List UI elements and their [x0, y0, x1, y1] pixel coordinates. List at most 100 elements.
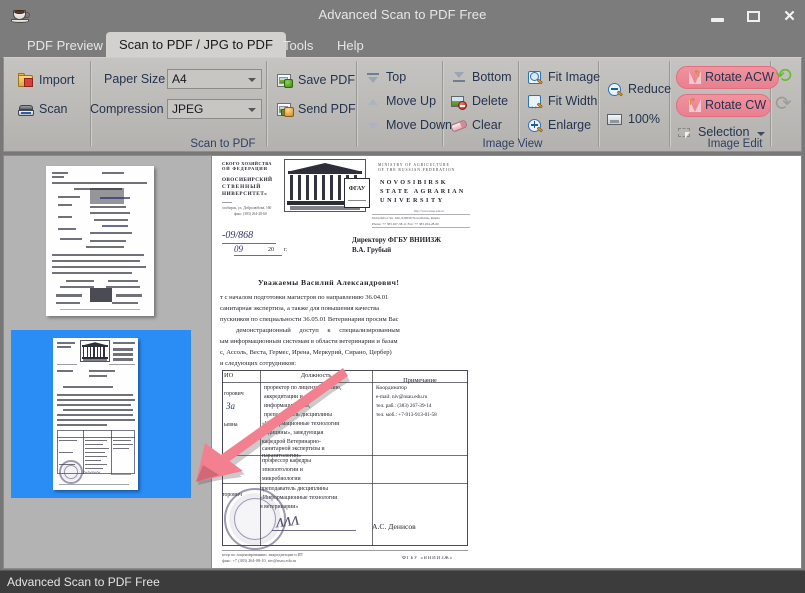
group-label-image-view: Image View	[482, 138, 543, 150]
close-icon: ✕	[783, 8, 796, 25]
selection-dropdown-chevron-icon[interactable]	[757, 132, 765, 136]
send-pdf-button[interactable]: Send PDF	[276, 98, 356, 120]
undo-arrow-icon[interactable]: ⟲	[775, 66, 792, 86]
fit-width-button[interactable]: ↔ Fit Width	[526, 90, 606, 112]
scan-button[interactable]: Scan	[17, 98, 89, 120]
tab-tools[interactable]: Tools	[270, 33, 326, 58]
body-line-1: т с началом подготовки магистров по напр…	[220, 294, 389, 301]
move-up-button[interactable]: Move Up	[364, 90, 438, 112]
body-line-5: ым информационным системам в области вет…	[220, 338, 398, 345]
move-down-label: Move Down	[386, 118, 452, 132]
redo-arrow-icon: ⟳	[775, 93, 792, 115]
rotate-acw-button[interactable]: ↰ Rotate ACW	[676, 66, 779, 89]
body-line-7: и следующих сотрудников:	[220, 360, 297, 367]
table-row-1-note-3: тел. раб.: (383) 267-39-14	[376, 403, 432, 409]
page-thumbnail-1[interactable]	[11, 162, 191, 322]
minimize-button[interactable]	[702, 5, 732, 27]
zoom-level-label: 100%	[628, 112, 660, 126]
table-row-2-position-2: эпизоотологии и	[262, 467, 303, 473]
selection-label: Selection	[698, 125, 750, 139]
table-row-1-position-6: медицины», заведующая	[262, 430, 324, 436]
rotate-cw-label: Rotate CW	[705, 98, 767, 112]
reference-year-suffix: г.	[284, 247, 288, 253]
import-button-label: Import	[39, 73, 75, 87]
maximize-button[interactable]	[738, 5, 768, 27]
minimize-icon	[711, 18, 724, 22]
letterhead-website: http://www.nsau.edu.ru	[414, 209, 444, 213]
delete-image-button[interactable]: Delete	[450, 90, 518, 112]
actual-size-icon	[607, 111, 624, 128]
reference-number: -09/868	[222, 230, 254, 241]
reference-date: 09	[234, 244, 243, 254]
clear-button[interactable]: Clear	[450, 114, 518, 136]
zoom-in-icon	[527, 117, 544, 134]
tab-scan-to-pdf[interactable]: Scan to PDF / JPG to PDF	[106, 32, 286, 58]
compression-select[interactable]: JPEG	[167, 99, 262, 119]
compression-label: Compression	[90, 102, 164, 116]
selection-button[interactable]: Selection	[676, 121, 762, 143]
letterhead-title-en-3: UNIVERSITY	[380, 197, 445, 204]
letterhead-university-ru-1: ОВОСИБИРСКИЙ	[222, 177, 273, 183]
fit-image-button[interactable]: Fit Image	[526, 66, 606, 88]
scan-button-label: Scan	[39, 102, 68, 116]
paper-size-value: A4	[172, 72, 187, 86]
chevron-down-icon	[248, 78, 256, 82]
footer-line-1: ктор по лицензированию, аккредитации и И…	[222, 552, 304, 557]
page-thumbnail-2[interactable]: ~~~~	[11, 330, 191, 498]
enlarge-button[interactable]: Enlarge	[526, 114, 606, 136]
window-title: Advanced Scan to PDF Free	[318, 7, 487, 22]
table-row-1-position-5: «Информационные технологии	[262, 421, 340, 427]
delete-image-icon	[451, 93, 468, 110]
table-row-1-note-1: Координатор	[376, 385, 407, 391]
save-pdf-label: Save PDF	[298, 73, 355, 87]
actual-size-button[interactable]: 100%	[606, 108, 668, 130]
table-header-note: Примечание	[403, 377, 437, 384]
selection-marquee-icon	[677, 124, 694, 141]
footer-recipient: ФГБУ «ВНИИЗЖ»	[402, 556, 453, 561]
send-pdf-icon	[277, 101, 294, 118]
close-button[interactable]: ✕	[774, 5, 804, 27]
table-row-1-position-7: кафедрой Ветеринарно-	[262, 439, 321, 445]
document-viewer[interactable]: СКОГО ХОЗЯЙСТВА ОЙ ФЕДЕРАЦИИ ОВОСИБИРСКИ…	[212, 155, 802, 569]
move-down-button[interactable]: Move Down	[364, 114, 452, 136]
fit-width-icon: ↔	[527, 93, 544, 112]
scanned-document-page: СКОГО ХОЗЯЙСТВА ОЙ ФЕДЕРАЦИИ ОВОСИБИРСКИ…	[220, 158, 472, 568]
table-row-1-fio-extra: ьевна	[224, 422, 238, 428]
page-thumbnail-panel[interactable]: ~~~~	[3, 155, 212, 569]
letterhead-phone-en: Phone: +7 383 267-38-11 Fax: +7 383 264-…	[372, 222, 439, 226]
reduce-button[interactable]: Reduce	[606, 78, 678, 100]
tab-help[interactable]: Help	[324, 33, 377, 58]
tab-pdf-preview[interactable]: PDF Preview	[14, 33, 116, 58]
letterhead-fax-ru: факс: (383) 264-28-60	[234, 212, 267, 216]
move-up-label: Move Up	[386, 94, 437, 108]
save-pdf-button[interactable]: Save PDF	[276, 69, 355, 91]
table-row-1-mark: За	[226, 401, 235, 411]
letterhead-address-en: Dobrolubov Str. 160, 630039 Novosibirsk,…	[372, 216, 440, 220]
table-row-1-position-8: санитарной экспертизы и	[262, 446, 325, 452]
reference-year-prefix: 20	[268, 247, 274, 253]
bottom-label: Bottom	[472, 70, 512, 84]
table-row-1-position-2: аккредитации и	[264, 394, 303, 400]
table-row-1-position-1: проректор по лицензированию,	[264, 385, 342, 391]
import-button[interactable]: Import	[17, 69, 89, 91]
body-line-3: пускников по специальности 36.05.01 Вете…	[220, 316, 399, 323]
move-to-bottom-button[interactable]: Bottom	[450, 66, 518, 88]
rotate-acw-label: Rotate ACW	[705, 70, 774, 84]
letterhead-address-ru: особирск, ул. Добролюбова, 160	[222, 206, 272, 210]
paper-size-select[interactable]: A4	[167, 69, 262, 89]
import-folder-icon	[18, 72, 35, 89]
table-header-fio: ИО	[224, 372, 234, 379]
letterhead-title-en-1: NOVOSIBIRSK	[380, 179, 448, 186]
body-line-4: демонстрационный доступ к специализирова…	[236, 327, 400, 334]
rotate-cw-button[interactable]: ↱ Rotate CW	[676, 94, 771, 117]
zoom-out-icon	[607, 81, 624, 98]
page-thumbnail-2-image: ~~~~	[53, 338, 138, 490]
compression-value: JPEG	[172, 102, 204, 116]
table-header-position: Должность	[300, 372, 332, 379]
move-to-bottom-icon	[451, 69, 468, 86]
university-emblem	[344, 178, 370, 208]
delete-label: Delete	[472, 94, 509, 108]
table-row-2-fio: явич	[224, 464, 236, 470]
move-to-top-button[interactable]: Top	[364, 66, 438, 88]
page-thumbnail-1-image	[46, 166, 154, 316]
